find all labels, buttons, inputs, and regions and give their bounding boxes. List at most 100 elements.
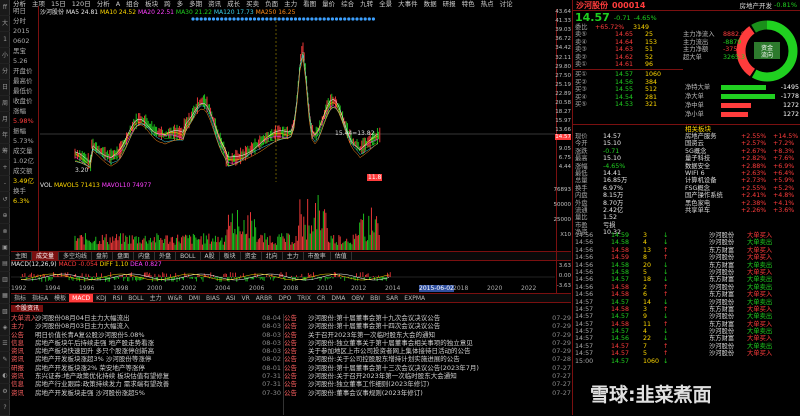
toolbar-button[interactable]: ⊗ — [0, 224, 10, 240]
function-tab[interactable]: BBI — [367, 294, 383, 302]
top-tab[interactable]: 120日 — [72, 0, 91, 9]
related-sector-row[interactable]: 计算机设备 +2.73% +5.9% — [683, 177, 800, 184]
top-tab[interactable]: 主力 — [284, 0, 297, 9]
related-sector-row[interactable]: 共享单车 +2.26% +3.6% — [683, 207, 800, 214]
function-tab[interactable]: DMI — [185, 294, 203, 302]
related-sector-row[interactable]: 量子科技 +2.82% +7.6% — [683, 155, 800, 162]
news-title[interactable]: 房地产开发板块涨2% 荣安地产等涨停 — [35, 364, 255, 372]
function-tab[interactable]: KDJ — [93, 294, 109, 302]
toolbar-button[interactable]: ff — [0, 0, 10, 16]
function-tab[interactable]: OBV — [348, 294, 367, 302]
toolbar-button[interactable]: ▧ — [0, 304, 10, 320]
news-title[interactable]: 沙河股份:关于召开2023年第一次临时股东大会通知 — [308, 372, 545, 380]
toolbar-button[interactable]: 小 — [0, 48, 10, 64]
function-tab[interactable]: DPO — [275, 294, 294, 302]
top-tab[interactable]: 全景 — [379, 0, 392, 9]
news-item[interactable]: 公告 沙河股份:独立董事工作细则(2023年修订) 07-27 — [284, 380, 571, 388]
indicator-tab[interactable]: 成交量 — [32, 252, 60, 260]
toolbar-button[interactable]: ▤ — [0, 256, 10, 272]
toolbar-button[interactable]: 分 — [0, 64, 10, 80]
toolbar-button[interactable]: ◈ — [0, 320, 10, 336]
toolbar-button[interactable]: ⚙ — [0, 384, 10, 400]
news-item[interactable]: 公告 沙河股份:董事会议事规则(2023年修订) 07-27 — [284, 389, 571, 397]
news-item[interactable]: 公告 沙河股份:第十届董事会第十四次会议决议公告 07-29 — [284, 322, 571, 330]
function-tab[interactable]: ARBR — [253, 294, 276, 302]
news-item[interactable]: 资讯 房地产开发板块走强 沙河股份涨超5% 07-30 — [11, 389, 281, 397]
top-tab[interactable]: 跨 — [164, 0, 171, 9]
toolbar-button[interactable]: + — [0, 160, 10, 176]
sector-name[interactable]: 计算机设备 — [685, 177, 716, 184]
top-tab[interactable]: 大事件 — [398, 0, 418, 9]
related-sector-row[interactable]: 国资云 +2.57% +7.2% — [683, 140, 800, 147]
top-tab[interactable]: 综合 — [341, 0, 354, 9]
toolbar-button[interactable]: 月 — [0, 112, 10, 128]
function-tab[interactable]: BIAS — [203, 294, 223, 302]
function-tab[interactable]: SAR — [383, 294, 401, 302]
toolbar-button[interactable]: ▦ — [0, 288, 10, 304]
news-title[interactable]: 关于召开2023年第一次临时股东大会的通知 — [308, 331, 545, 339]
news-title[interactable]: 沙河股份:第十届董事会第十三次会议决议公告(2023年7月) — [308, 364, 545, 372]
function-tab[interactable]: ASI — [223, 294, 239, 302]
indicator-tab[interactable]: 主力 — [283, 252, 304, 260]
indicator-tab[interactable]: 内盘 — [134, 252, 156, 260]
toolbar-button[interactable]: ▥ — [0, 272, 10, 288]
toolbar-button[interactable]: ◐ — [0, 368, 10, 384]
toolbar-button[interactable]: 年 — [0, 128, 10, 144]
function-tab[interactable]: RSI — [109, 294, 125, 302]
news-title[interactable]: 房地产开发板块涨超3% 沙河股份等涨停 — [35, 355, 255, 363]
volume-chart[interactable] — [40, 190, 555, 250]
toolbar-button[interactable]: ☰ — [0, 336, 10, 352]
indicator-tab[interactable]: 外盘 — [155, 252, 177, 260]
indicator-tab[interactable]: 估值 — [331, 252, 352, 260]
macd-chart[interactable] — [11, 269, 555, 285]
toolbar-button[interactable]: 1 — [0, 32, 10, 48]
news-item[interactable]: 大单流入 沙河股份08月04日主力大幅流出 08-04 — [11, 314, 281, 322]
top-tab[interactable]: 组合 — [126, 0, 139, 9]
top-tab[interactable]: 特色 — [462, 0, 475, 9]
news-item[interactable]: 资讯 东兴证券:地产政策优化持续 板块估值有望修复 07-31 — [11, 372, 281, 380]
news-title[interactable]: 关于参加地区上市公司投资者网上集体接待日活动的公告 — [308, 347, 545, 355]
top-tab[interactable]: 分析 — [97, 0, 110, 9]
indicator-tab[interactable]: 板块 — [220, 252, 241, 260]
news-item[interactable]: 公告 沙河股份:关于公司控股股东增持计划实施进展的公告 07-28 — [284, 355, 571, 363]
indicator-tab[interactable]: 盘面 — [113, 252, 135, 260]
sector-name[interactable]: 国资云 — [685, 140, 704, 147]
top-tab[interactable]: A — [116, 0, 120, 9]
indicator-tab[interactable]: 多空均线 — [59, 252, 93, 260]
news-item[interactable]: 主力 沙河股份08月03日主力大幅流入 08-03 — [11, 322, 281, 330]
toolbar-button[interactable]: ⊕ — [0, 208, 10, 224]
function-tab[interactable]: CR — [314, 294, 328, 302]
toolbar-button[interactable]: 周 — [0, 96, 10, 112]
sector-name[interactable]: 数据安全 — [685, 163, 710, 170]
toolbar-button[interactable]: ✎ — [0, 352, 10, 368]
function-tab[interactable]: BOLL — [125, 294, 146, 302]
news-title[interactable]: 沙河股份08月03日主力大幅流入 — [35, 322, 255, 330]
function-tab[interactable]: EXPMA — [401, 294, 428, 302]
function-tab[interactable]: 主力 — [147, 294, 165, 302]
toolbar-button[interactable]: ▣ — [0, 240, 10, 256]
function-tab[interactable]: 指标A — [29, 294, 51, 302]
sector-name[interactable]: 共享单车 — [685, 207, 710, 214]
news-item[interactable]: 资讯 房地产开发板块涨超3% 沙河股份等涨停 08-02 — [11, 355, 281, 363]
news-title[interactable]: 沙河股份:独立董事工作细则(2023年修订) — [308, 380, 545, 388]
tab-stock-news[interactable]: 个股资讯 — [11, 305, 44, 312]
news-item[interactable]: 公告 沙河股份:第十届董事会第十九次会议决议公告 07-29 — [284, 314, 571, 322]
indicator-tab[interactable]: 主图 — [11, 252, 33, 260]
top-tab[interactable]: 成长 — [227, 0, 240, 9]
news-title[interactable]: 明日价值长青A复公股沙河股份5.08% — [35, 331, 255, 339]
news-item[interactable]: 公告 关于召开2023年第一次临时股东大会的通知 07-29 — [284, 331, 571, 339]
sector-name[interactable]: 量子科技 — [685, 155, 710, 162]
news-item[interactable]: 信息 房地产行业跟踪:政策持续发力 需求端有望改善 07-31 — [11, 380, 281, 388]
news-title[interactable]: 沙河股份:关于公司控股股东增持计划实施进展的公告 — [308, 355, 545, 363]
indicator-tab[interactable]: 市盈率 — [304, 252, 331, 260]
related-sector-row[interactable]: 数据安全 +2.88% +6.9% — [683, 163, 800, 170]
function-tab[interactable]: DMA — [328, 294, 348, 302]
top-tab[interactable]: 资讯 — [208, 0, 221, 9]
news-item[interactable]: 公告 沙河股份:独立董事关于第十届董事会相关事项的独立意见 07-29 — [284, 339, 571, 347]
news-title[interactable]: 房地产板块午后持续走强 地产股走势看涨 — [35, 339, 255, 347]
news-item[interactable]: 公告 沙河股份:第十届董事会第十三次会议决议公告(2023年7月) 07-27 — [284, 364, 571, 372]
indicator-tab[interactable]: A股 — [201, 252, 220, 260]
top-tab[interactable]: 研报 — [443, 0, 456, 9]
news-title[interactable]: 东兴证券:地产政策优化持续 板块估值有望修复 — [35, 372, 255, 380]
related-sector-row[interactable]: 黑色家电 +2.38% +4.1% — [683, 200, 800, 207]
